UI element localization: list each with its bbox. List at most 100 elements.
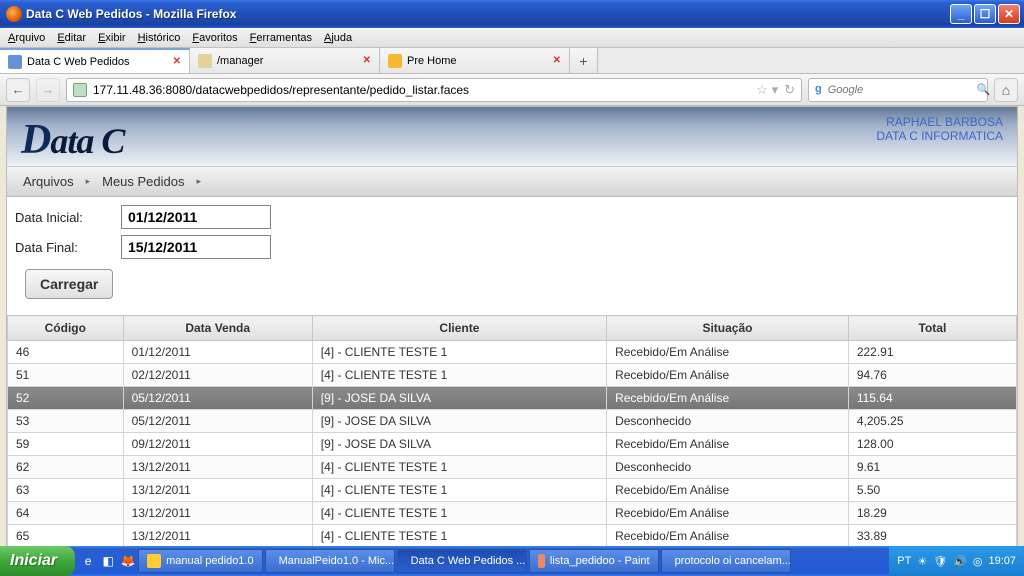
user-name: RAPHAEL BARBOSA [876, 115, 1003, 129]
taskbar-label: Data C Web Pedidos ... [411, 555, 526, 567]
taskbar-item[interactable]: lista_pedidoo - Paint [529, 549, 659, 573]
cell-cliente: [9] - JOSE DA SILVA [312, 433, 606, 456]
table-row[interactable]: 5205/12/2011[9] - JOSE DA SILVARecebido/… [8, 387, 1017, 410]
ie-icon[interactable]: e [79, 552, 97, 570]
table-row[interactable]: 6313/12/2011[4] - CLIENTE TESTE 1Recebid… [8, 479, 1017, 502]
forward-button[interactable]: → [36, 78, 60, 102]
cell-total: 5.50 [848, 479, 1016, 502]
data-final-input[interactable] [121, 235, 271, 259]
maximize-button[interactable]: ☐ [974, 4, 996, 24]
user-company: DATA C INFORMATICA [876, 129, 1003, 143]
menu-favoritos[interactable]: Favoritos [192, 32, 237, 44]
menu-exibir[interactable]: Exibir [98, 32, 126, 44]
table-row[interactable]: 4601/12/2011[4] - CLIENTE TESTE 1Recebid… [8, 341, 1017, 364]
cell-codigo: 52 [8, 387, 124, 410]
table-row[interactable]: 5909/12/2011[9] - JOSE DA SILVARecebido/… [8, 433, 1017, 456]
cell-data: 01/12/2011 [123, 341, 312, 364]
data-final-label: Data Final: [11, 240, 121, 255]
table-row[interactable]: 5102/12/2011[4] - CLIENTE TESTE 1Recebid… [8, 364, 1017, 387]
cell-cliente: [9] - JOSE DA SILVA [312, 387, 606, 410]
system-tray: PT ☀ 🛡 🔊 ◎ 19:07 [889, 546, 1024, 576]
bookmark-icon[interactable]: ☆ ▾ [756, 82, 778, 98]
cell-cliente: [4] - CLIENTE TESTE 1 [312, 341, 606, 364]
cell-codigo: 51 [8, 364, 124, 387]
cell-codigo: 53 [8, 410, 124, 433]
menu-ajuda[interactable]: Ajuda [324, 32, 352, 44]
cell-total: 9.61 [848, 456, 1016, 479]
favicon [8, 55, 22, 69]
carregar-button[interactable]: Carregar [25, 269, 113, 299]
th-total[interactable]: Total [848, 316, 1016, 341]
cell-data: 13/12/2011 [123, 456, 312, 479]
taskbar-item[interactable]: protocolo oi cancelam... [661, 549, 791, 573]
table-row[interactable]: 6213/12/2011[4] - CLIENTE TESTE 1Desconh… [8, 456, 1017, 479]
data-inicial-input[interactable] [121, 205, 271, 229]
magnifier-icon[interactable]: 🔍 [977, 83, 991, 96]
table-row[interactable]: 6513/12/2011[4] - CLIENTE TESTE 1Recebid… [8, 525, 1017, 548]
tray-icon[interactable]: ◎ [973, 555, 983, 568]
new-tab-button[interactable]: + [570, 48, 598, 73]
minimize-button[interactable]: _ [950, 4, 972, 24]
url-input[interactable] [93, 83, 750, 97]
tray-icon[interactable]: 🛡 [933, 555, 947, 568]
reload-icon[interactable]: ↻ [784, 82, 795, 98]
table-row[interactable]: 6413/12/2011[4] - CLIENTE TESTE 1Recebid… [8, 502, 1017, 525]
th-data[interactable]: Data Venda [123, 316, 312, 341]
filters-panel: Data Inicial: Data Final: Carregar [7, 197, 1017, 315]
search-input[interactable] [828, 84, 971, 96]
submenu-item[interactable]: Meus Pedidos [94, 174, 192, 189]
quick-launch: e ◧ 🦊 [79, 546, 137, 576]
browser-tab[interactable]: /manager✕ [190, 48, 380, 73]
tray-icon[interactable]: 🔊 [953, 555, 967, 568]
cell-data: 13/12/2011 [123, 525, 312, 548]
menu-histórico[interactable]: Histórico [138, 32, 181, 44]
taskbar-item[interactable]: manual pedido1.0 [138, 549, 262, 573]
submenu-item[interactable]: Arquivos [15, 174, 82, 189]
desktop-icon[interactable]: ◧ [99, 552, 117, 570]
google-icon: g [815, 83, 822, 97]
menu-editar[interactable]: Editar [57, 32, 86, 44]
close-tab-icon[interactable]: ✕ [553, 55, 561, 66]
cell-situacao: Recebido/Em Análise [607, 525, 849, 548]
page-content: Data C RAPHAEL BARBOSA DATA C INFORMATIC… [6, 106, 1018, 550]
th-situacao[interactable]: Situação [607, 316, 849, 341]
cell-codigo: 63 [8, 479, 124, 502]
tray-icon[interactable]: ☀ [917, 555, 927, 568]
tab-strip: Data C Web Pedidos✕/manager✕Pre Home✕+ [0, 48, 1024, 74]
back-button[interactable]: ← [6, 78, 30, 102]
start-button[interactable]: Iniciar [0, 546, 75, 576]
cell-situacao: Desconhecido [607, 410, 849, 433]
firefox-quick-icon[interactable]: 🦊 [119, 552, 137, 570]
cell-cliente: [4] - CLIENTE TESTE 1 [312, 479, 606, 502]
th-codigo[interactable]: Código [8, 316, 124, 341]
firefox-icon [6, 6, 22, 22]
app-icon [147, 554, 161, 568]
cell-data: 09/12/2011 [123, 433, 312, 456]
clock[interactable]: 19:07 [988, 555, 1016, 567]
menu-ferramentas[interactable]: Ferramentas [250, 32, 312, 44]
window-titlebar: Data C Web Pedidos - Mozilla Firefox _ ☐… [0, 0, 1024, 28]
search-box[interactable]: g 🔍 [808, 78, 988, 102]
menu-arquivo[interactable]: Arquivo [8, 32, 45, 44]
browser-tab[interactable]: Data C Web Pedidos✕ [0, 48, 190, 73]
taskbar-item[interactable]: ManualPeido1.0 - Mic... [265, 549, 395, 573]
table-row[interactable]: 5305/12/2011[9] - JOSE DA SILVADesconhec… [8, 410, 1017, 433]
taskbar-item[interactable]: Data C Web Pedidos ... [397, 549, 527, 573]
orders-table: Código Data Venda Cliente Situação Total… [7, 315, 1017, 550]
close-button[interactable]: ✕ [998, 4, 1020, 24]
close-tab-icon[interactable]: ✕ [173, 56, 181, 67]
home-button[interactable]: ⌂ [994, 78, 1018, 102]
favicon [198, 54, 212, 68]
chevron-right-icon: ▸ [197, 176, 202, 187]
page-header: Data C RAPHAEL BARBOSA DATA C INFORMATIC… [7, 107, 1017, 167]
browser-tab[interactable]: Pre Home✕ [380, 48, 570, 73]
app-icon [538, 554, 545, 568]
cell-cliente: [4] - CLIENTE TESTE 1 [312, 456, 606, 479]
url-bar[interactable]: ☆ ▾ ↻ [66, 78, 802, 102]
close-tab-icon[interactable]: ✕ [363, 55, 371, 66]
cell-situacao: Recebido/Em Análise [607, 387, 849, 410]
th-cliente[interactable]: Cliente [312, 316, 606, 341]
taskbar-label: manual pedido1.0 [166, 555, 253, 567]
cell-situacao: Desconhecido [607, 456, 849, 479]
lang-indicator[interactable]: PT [897, 555, 911, 567]
